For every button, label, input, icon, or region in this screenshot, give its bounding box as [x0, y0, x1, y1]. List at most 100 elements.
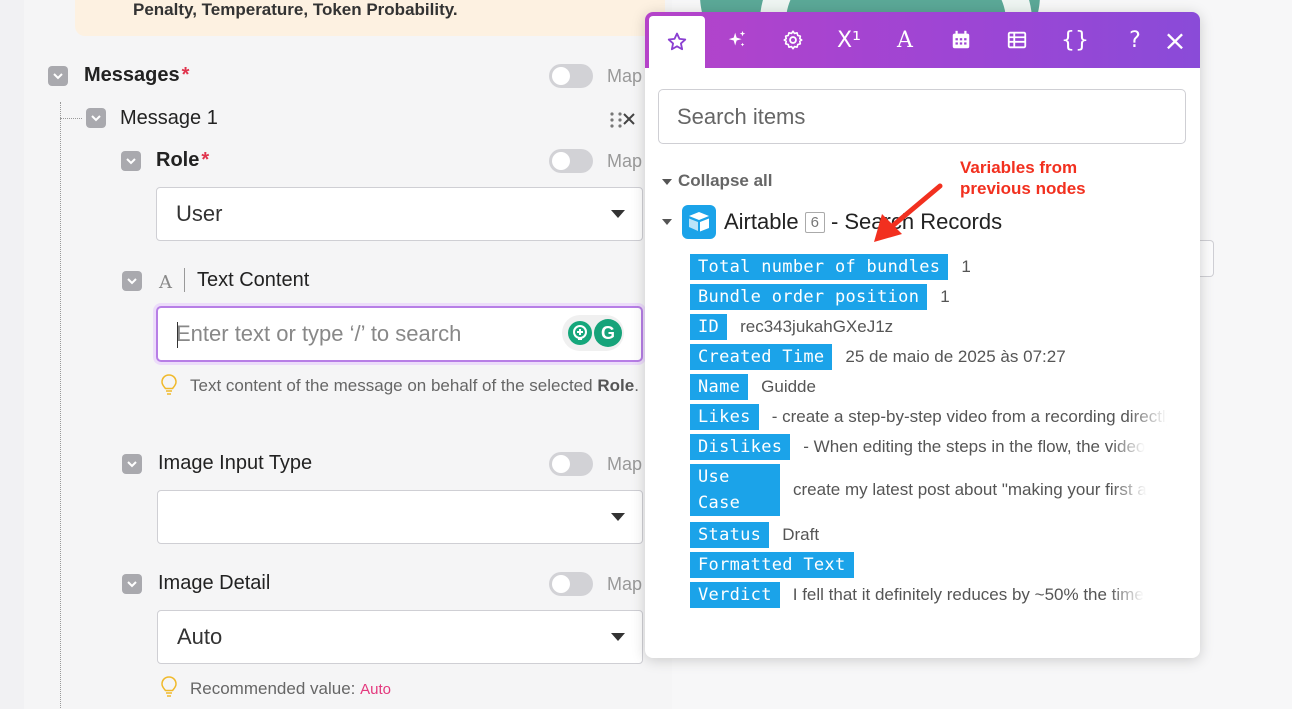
variable-picker-popup: X¹ A {} ? × Collapse — [645, 12, 1200, 658]
text-content-label: Text Content — [197, 269, 310, 291]
variable-value: 1 — [940, 287, 950, 306]
variable-chip[interactable]: ID — [690, 314, 728, 340]
list-item[interactable]: Bundle order position 1 — [690, 284, 1180, 310]
variable-chip[interactable]: Formatted Text — [690, 552, 854, 578]
canvas-edge — [0, 0, 24, 709]
sparkles-icon — [728, 30, 746, 47]
tab-math[interactable]: X¹ — [821, 12, 877, 68]
role-label-text: Role — [156, 149, 200, 171]
role-collapse-checkbox[interactable] — [121, 151, 141, 171]
variable-chip[interactable]: Status — [690, 522, 770, 548]
collapse-all-label: Collapse all — [678, 171, 773, 190]
tree-line — [60, 102, 61, 709]
messages-collapse-checkbox[interactable] — [48, 66, 68, 86]
variable-value: Draft — [782, 525, 820, 544]
variable-chip[interactable]: Total number of bundles — [690, 254, 949, 280]
annotation-line-1: Variables from — [960, 158, 1078, 177]
text-content-input-wrapper: G — [156, 306, 643, 362]
variable-value: I fell that it definitely reduces by ~50… — [792, 585, 1144, 604]
hint-bold: Role — [597, 376, 635, 395]
image-detail-select-value: Auto — [177, 624, 223, 649]
popup-toolbar: X¹ A {} ? × — [645, 12, 1200, 68]
tab-date[interactable] — [933, 12, 989, 68]
list-item[interactable]: Name Guidde — [690, 374, 1180, 400]
variable-chip[interactable]: Dislikes — [690, 434, 791, 460]
list-item[interactable]: Formatted Text — [690, 552, 1180, 578]
list-item[interactable]: Likes - create a step-by-step video from… — [690, 404, 1180, 430]
search-items-input[interactable] — [677, 102, 1157, 132]
remove-message-close-icon[interactable] — [622, 112, 636, 126]
list-item[interactable]: Created Time 25 de maio de 2025 às 07:27 — [690, 344, 1180, 370]
text-functions-icon: A — [897, 27, 913, 53]
image-input-type-collapse-checkbox[interactable] — [122, 454, 142, 474]
chevron-down-icon — [53, 73, 63, 80]
list-item[interactable]: ID rec343jukahGXeJ1z — [690, 314, 1180, 340]
image-detail-collapse-checkbox[interactable] — [122, 574, 142, 594]
variable-chip[interactable]: Use Case — [690, 464, 780, 516]
lightbulb-icon — [161, 374, 177, 395]
hint-text: Recommended value: — [190, 679, 356, 698]
tab-settings[interactable] — [765, 12, 821, 68]
image-detail-hint: Recommended value: Auto — [190, 676, 391, 703]
tab-ai[interactable] — [709, 12, 765, 68]
hint-suffix: . — [634, 376, 639, 395]
role-select-value: User — [176, 201, 223, 226]
close-popup-button[interactable]: × — [1155, 12, 1195, 68]
tab-json[interactable]: {} — [1045, 12, 1105, 68]
variable-chip[interactable]: Created Time — [690, 344, 833, 370]
variable-chip[interactable]: Verdict — [690, 582, 780, 608]
tab-array[interactable] — [989, 12, 1045, 68]
recommended-value-link[interactable]: Auto — [360, 681, 391, 698]
caret-down-icon — [662, 219, 672, 225]
role-map-label: Map — [607, 151, 643, 171]
text-content-input[interactable] — [176, 318, 556, 350]
tab-favorites[interactable] — [649, 16, 705, 68]
hint-text: Text content of the message on behalf of… — [190, 376, 593, 395]
divider — [184, 268, 185, 292]
caret-down-icon — [611, 210, 625, 218]
role-label: Role * — [156, 149, 209, 172]
variable-chip[interactable]: Likes — [690, 404, 759, 430]
tab-text[interactable]: A — [877, 12, 933, 68]
list-item[interactable]: Use Case create my latest post about "ma… — [690, 464, 1180, 516]
text-content-hint: Text content of the message on behalf of… — [190, 373, 660, 399]
text-content-collapse-checkbox[interactable] — [122, 271, 142, 291]
variable-value: - create a step-by-step video from a rec… — [771, 407, 1167, 426]
image-detail-select[interactable]: Auto — [157, 610, 643, 664]
variable-value: create my latest post about "making your… — [793, 480, 1147, 499]
list-item[interactable]: Dislikes - When editing the steps in the… — [690, 434, 1180, 460]
image-input-type-map-toggle[interactable] — [549, 452, 593, 476]
required-mark: * — [201, 149, 210, 171]
variable-chip[interactable]: Name — [690, 374, 749, 400]
message-1-collapse-checkbox[interactable] — [86, 108, 106, 128]
annotation-label: Variables from previous nodes — [960, 157, 1086, 199]
grammarly-widget[interactable]: G — [562, 315, 624, 351]
drag-handle-icon[interactable] — [609, 111, 623, 129]
json-functions-icon: {} — [1061, 27, 1089, 53]
role-select[interactable]: User — [156, 187, 643, 241]
calendar-icon — [952, 30, 970, 49]
messages-map-label: Map — [607, 66, 643, 86]
messages-map-toggle[interactable] — [549, 64, 593, 88]
chevron-down-icon — [127, 581, 137, 588]
variable-chip[interactable]: Bundle order position — [690, 284, 928, 310]
search-items-box — [658, 89, 1186, 144]
annotation-arrow-icon — [874, 183, 943, 242]
image-detail-map-toggle[interactable] — [549, 572, 593, 596]
list-item[interactable]: Total number of bundles 1 — [690, 254, 1180, 280]
list-item[interactable]: Status Draft — [690, 522, 1180, 548]
role-map-toggle[interactable] — [549, 149, 593, 173]
collapse-all-button[interactable]: Collapse all — [662, 171, 772, 191]
source-airtable-row[interactable]: Airtable 6 - Search Records — [662, 205, 1002, 239]
image-input-type-select[interactable] — [157, 490, 643, 544]
list-item[interactable]: Verdict I fell that it definitely reduce… — [690, 582, 1180, 608]
grammarly-suggestion-icon[interactable] — [568, 321, 592, 345]
caret-down-icon — [662, 178, 672, 185]
lightbulb-icon — [161, 676, 177, 697]
text-type-icon: A — [159, 272, 172, 293]
help-button[interactable]: ? — [1115, 12, 1155, 68]
grammarly-icon[interactable]: G — [594, 319, 622, 347]
annotation-line-2: previous nodes — [960, 179, 1086, 198]
messages-label: Messages * — [84, 64, 189, 87]
airtable-icon — [682, 205, 716, 239]
